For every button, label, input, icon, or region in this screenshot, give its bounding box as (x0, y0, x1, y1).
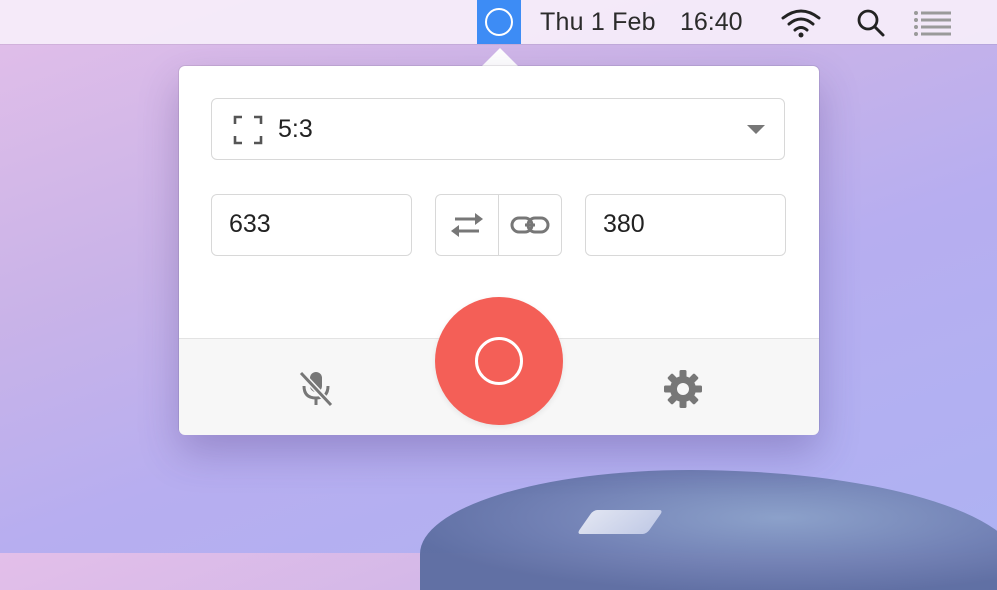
menu-bar: Thu 1 Feb 16:40 (0, 0, 997, 44)
app-status-button[interactable] (477, 0, 521, 44)
desktop-mountain (420, 470, 997, 590)
link-dimensions-button[interactable] (498, 195, 561, 255)
spotlight-search-icon[interactable] (856, 8, 886, 43)
height-input[interactable]: 380 (585, 194, 786, 256)
swap-dimensions-button[interactable] (436, 195, 498, 255)
record-button[interactable] (435, 297, 563, 425)
mic-muted-icon[interactable] (295, 367, 337, 414)
swap-arrows-icon (451, 213, 483, 237)
app-status-icon (485, 8, 513, 36)
menu-time[interactable]: 16:40 (680, 8, 743, 37)
chevron-down-icon (747, 125, 765, 134)
width-input[interactable]: 633 (211, 194, 412, 256)
aspect-ratio-value: 5:3 (278, 115, 313, 143)
aspect-ratio-select[interactable]: 5:3 (211, 98, 785, 160)
dimension-controls (435, 194, 562, 256)
recording-popover: 5:3 633 380 (179, 66, 819, 435)
notification-center-icon[interactable] (913, 8, 953, 43)
wifi-icon[interactable] (780, 8, 822, 43)
popover-arrow (481, 48, 519, 67)
link-icon (510, 216, 550, 234)
gear-icon[interactable] (661, 367, 705, 416)
record-icon (475, 337, 523, 385)
frame-icon (233, 115, 263, 150)
menu-date[interactable]: Thu 1 Feb (540, 8, 656, 37)
